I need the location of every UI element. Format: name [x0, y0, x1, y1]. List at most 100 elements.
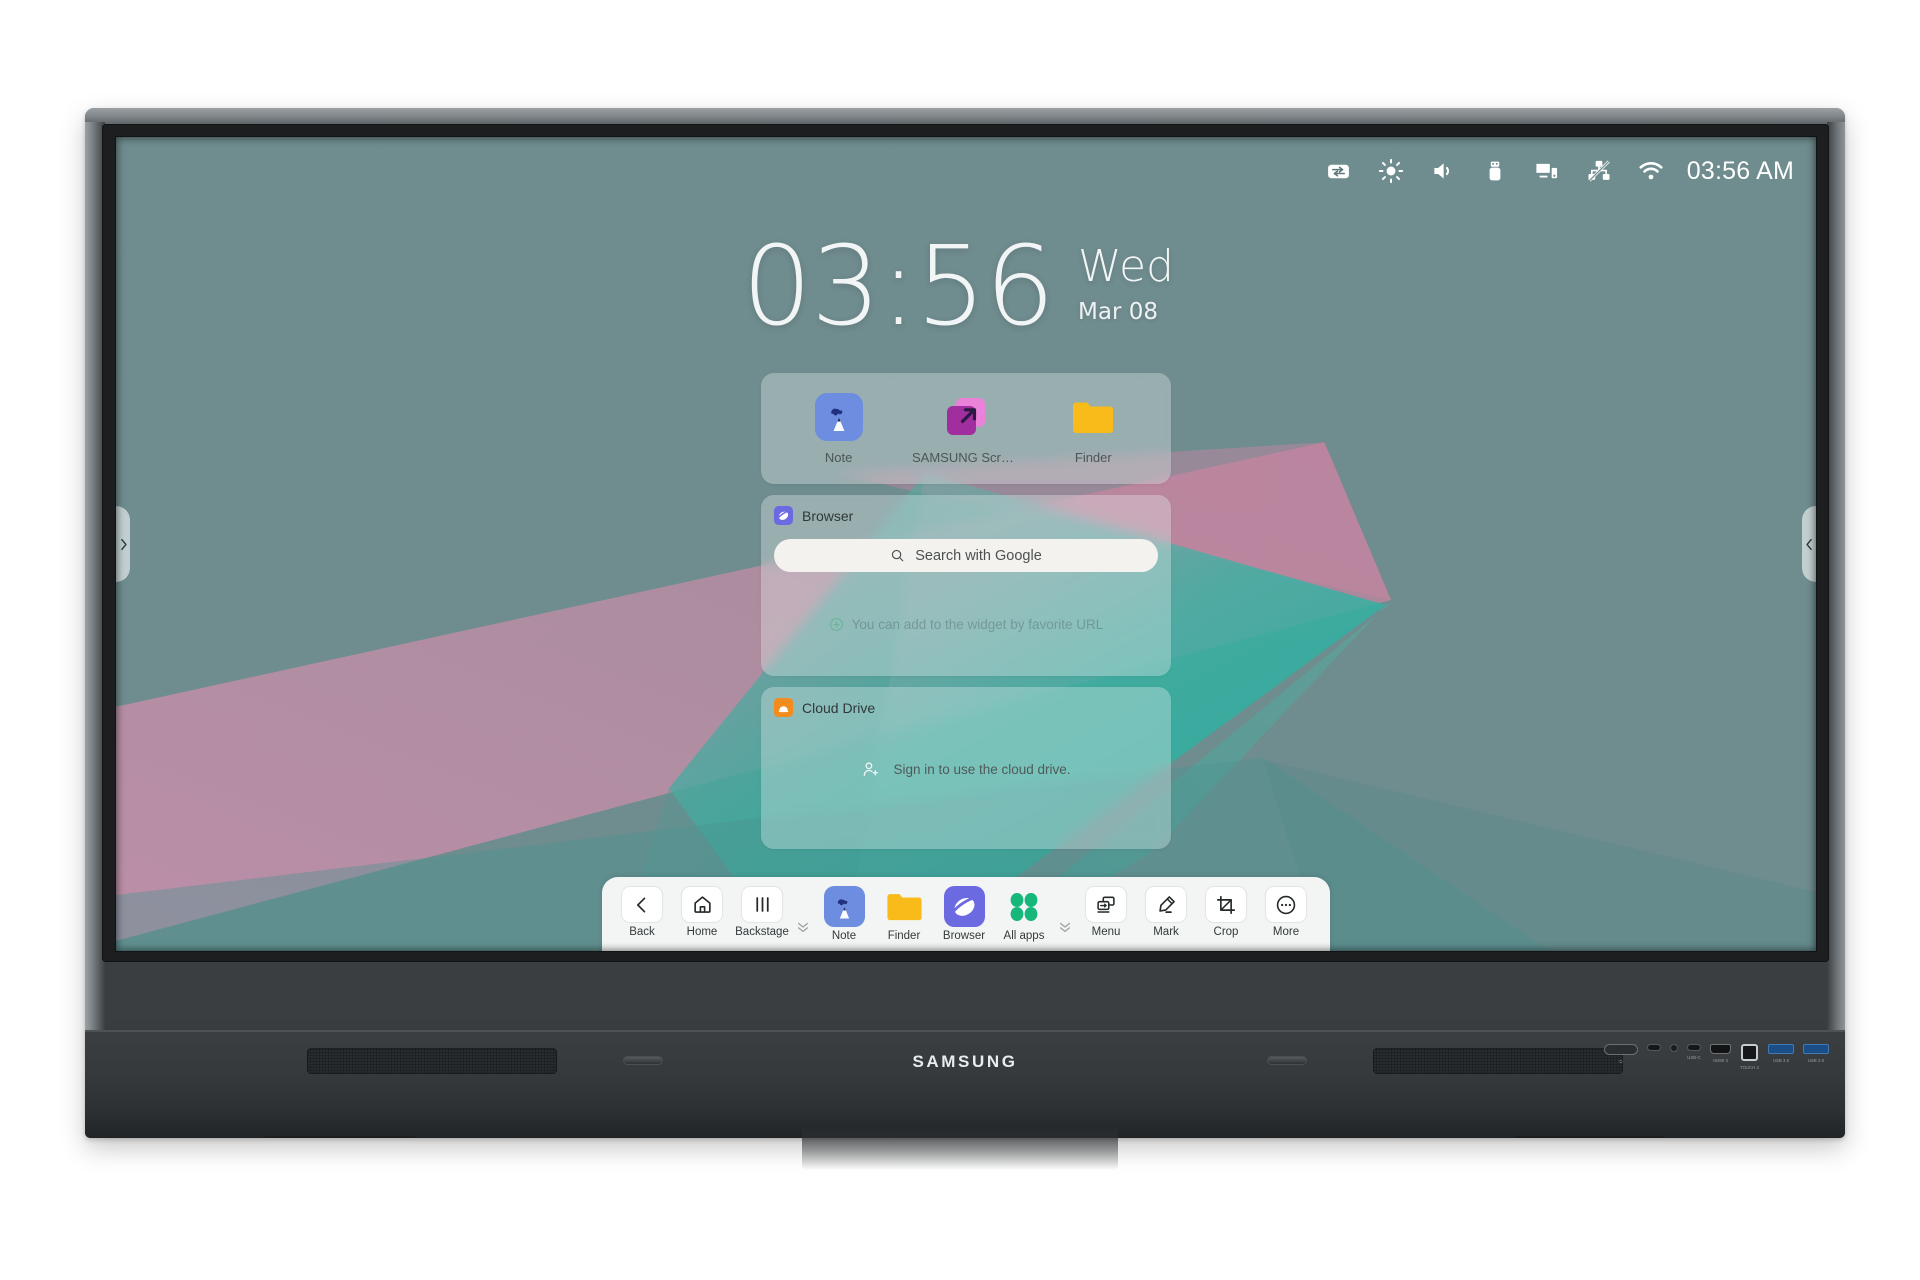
network-disconnected-icon[interactable]	[1573, 151, 1625, 191]
stand-foot-left	[265, 1136, 415, 1138]
chevron-left-icon	[1805, 538, 1812, 550]
taskbar-menu-button[interactable]: Menu	[1076, 883, 1136, 945]
chassis-right-rail	[1827, 122, 1845, 1060]
clock-day-of-week: Wed	[1078, 241, 1174, 292]
bottom-bezel: SAMSUNG ⏻ USB-C HDMI 3 TOUCH 3 USB 3.0 U…	[85, 1030, 1845, 1138]
browser-add-url-hint[interactable]: You can add to the widget by favorite UR…	[761, 617, 1171, 632]
sensor-left	[623, 1056, 663, 1065]
display-bezel: 03:56 AM 03:56 Wed Mar 08 Note SAMSUNG S…	[102, 124, 1829, 962]
browser-search-placeholder: Search with Google	[915, 547, 1042, 564]
power-button-key	[1603, 1044, 1638, 1055]
shortcut-note[interactable]: Note	[784, 392, 894, 465]
home-icon	[681, 886, 723, 923]
taskbar-crop-button[interactable]: Crop	[1196, 883, 1256, 945]
taskbar-tool-label: Menu	[1091, 926, 1121, 938]
browser-widget: Browser Search with Google You can add t…	[761, 495, 1171, 676]
volume-icon[interactable]	[1417, 151, 1469, 191]
taskbar-app-label: Finder	[887, 930, 921, 942]
sensor-right	[1267, 1056, 1307, 1065]
shortcut-finder[interactable]: Finder	[1038, 393, 1148, 465]
taskbar-tool-label: Crop	[1213, 926, 1239, 938]
cloud-drive-icon	[774, 698, 793, 717]
usb-c-jack	[1646, 1044, 1661, 1051]
finder-icon	[884, 886, 925, 927]
cloud-drive-widget: Cloud Drive Sign in to use the cloud dri…	[761, 687, 1171, 849]
shortcut-samsung-screen[interactable]: SAMSUNG Screen...	[911, 393, 1021, 465]
usb-a-jack	[1803, 1044, 1829, 1054]
cloud-sign-in-text: Sign in to use the cloud drive.	[893, 762, 1071, 777]
widget-column: Note SAMSUNG Screen... F	[761, 373, 1171, 849]
cloud-widget-header: Cloud Drive	[761, 687, 1171, 717]
taskbar-browser-app[interactable]: Browser	[934, 883, 994, 945]
samsung-screen-icon	[942, 393, 990, 441]
taskbar: Back Home Backstage Note Finder Browser …	[602, 877, 1330, 951]
port-label: TOUCH 3	[1739, 1065, 1759, 1070]
usb-c-port	[1646, 1044, 1661, 1055]
brightness-icon[interactable]	[1365, 151, 1417, 191]
speaker-grille-right	[1373, 1048, 1623, 1074]
bezel-highlight	[85, 1030, 1845, 1032]
port-label: USB 3.0	[1772, 1058, 1790, 1063]
port-label: USB 3.0	[1807, 1058, 1825, 1063]
taskbar-backstage-button[interactable]: Backstage	[732, 883, 792, 945]
search-icon	[892, 549, 904, 562]
more-dots-icon	[1265, 886, 1307, 923]
taskbar-more-button[interactable]: More	[1256, 883, 1316, 945]
menu-windows-icon	[1085, 886, 1127, 923]
crop-icon	[1205, 886, 1247, 923]
usb-c-jack	[1686, 1044, 1701, 1051]
port-strip: ⏻ USB-C HDMI 3 TOUCH 3 USB 3.0 USB 3.0	[1603, 1044, 1829, 1070]
browser-widget-header: Browser	[761, 495, 1171, 525]
all-apps-icon	[1004, 886, 1045, 927]
usb-a-port-1: USB 3.0	[1768, 1044, 1794, 1063]
taskbar-all-apps[interactable]: All apps	[994, 883, 1054, 945]
port-label: ⏻	[1619, 1059, 1623, 1064]
usb-b-jack	[1740, 1044, 1758, 1061]
cloud-sign-in-row[interactable]: Sign in to use the cloud drive.	[761, 760, 1171, 779]
speaker-grille-left	[307, 1048, 557, 1074]
input-source-icon[interactable]	[1313, 151, 1365, 191]
right-handle[interactable]	[1802, 506, 1816, 582]
chevron-right-icon	[120, 538, 127, 550]
left-handle[interactable]	[116, 506, 130, 582]
usb-c-data-port: USB-C	[1686, 1044, 1701, 1060]
taskbar-app-label: Browser	[942, 930, 986, 942]
taskbar-collapse-left[interactable]	[792, 883, 814, 945]
usb-a-port-2: USB 3.0	[1803, 1044, 1829, 1063]
hdmi-port: HDMI 3	[1709, 1044, 1731, 1063]
taskbar-app-label: All apps	[1003, 930, 1045, 942]
chevron-left-icon	[621, 886, 663, 923]
taskbar-collapse-right[interactable]	[1054, 883, 1076, 945]
taskbar-note-app[interactable]: Note	[814, 883, 874, 945]
taskbar-app-label: Note	[831, 930, 857, 942]
clock-time: 03:56	[742, 222, 1055, 350]
browser-icon	[943, 886, 985, 927]
hdmi-jack	[1709, 1044, 1731, 1054]
screenshot-root: 03:56 AM 03:56 Wed Mar 08 Note SAMSUNG S…	[0, 0, 1920, 1280]
taskbar-tool-label: Mark	[1153, 926, 1179, 938]
browser-search-input[interactable]: Search with Google	[774, 539, 1158, 572]
taskbar-home-button[interactable]: Home	[672, 883, 732, 945]
add-user-icon	[864, 762, 879, 777]
taskbar-mark-button[interactable]: Mark	[1136, 883, 1196, 945]
taskbar-button-label: Home	[686, 926, 718, 938]
plus-circle-icon	[829, 618, 843, 631]
browser-icon	[774, 506, 793, 525]
usb-storage-icon[interactable]	[1469, 151, 1521, 191]
samsung-interactive-display: 03:56 AM 03:56 Wed Mar 08 Note SAMSUNG S…	[85, 108, 1845, 1138]
glass-reflection	[802, 1128, 1118, 1170]
wifi-icon[interactable]	[1625, 151, 1677, 191]
usb-a-jack	[1768, 1044, 1794, 1054]
pen-icon	[1145, 886, 1187, 923]
clock-month-day: Mar 08	[1078, 299, 1159, 325]
clock-widget[interactable]: 03:56 Wed Mar 08	[116, 231, 1816, 341]
power-button[interactable]: ⏻	[1603, 1044, 1638, 1064]
screen-share-icon[interactable]	[1521, 151, 1573, 191]
shortcut-label: Finder	[1074, 449, 1112, 465]
samsung-logo: SAMSUNG	[912, 1052, 1018, 1071]
taskbar-button-label: Backstage	[735, 926, 789, 938]
shortcut-label: SAMSUNG Screen...	[911, 449, 1020, 465]
double-chevron-down-icon	[797, 922, 809, 933]
taskbar-back-button[interactable]: Back	[612, 883, 672, 945]
taskbar-finder-app[interactable]: Finder	[874, 883, 934, 945]
